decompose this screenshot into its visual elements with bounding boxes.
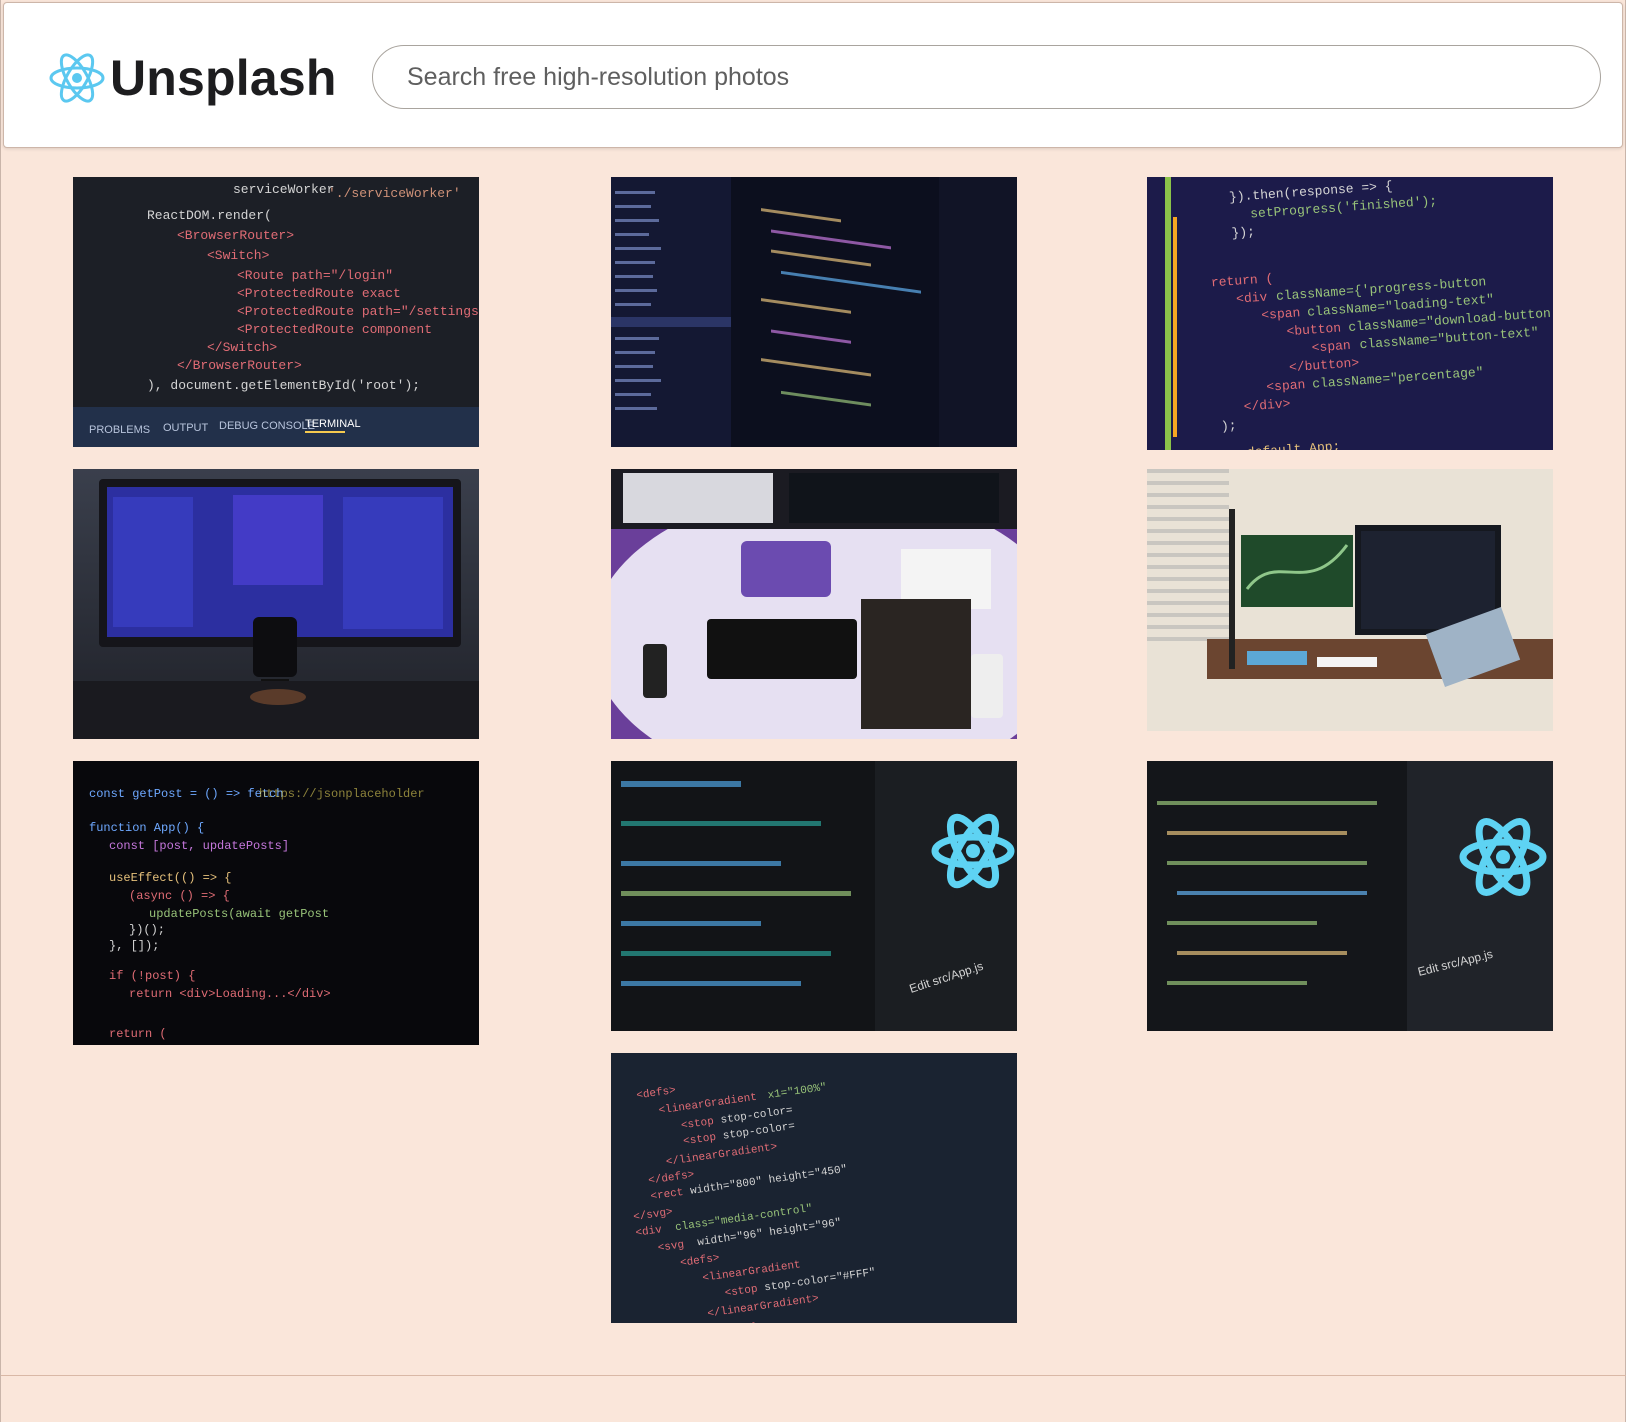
svg-text:}, []);: }, []); <box>109 939 159 953</box>
svg-text:</Switch>: </Switch> <box>207 340 277 355</box>
svg-text:</BrowserRouter>: </BrowserRouter> <box>177 358 302 373</box>
footer-divider <box>1 1375 1626 1376</box>
photo-code-editor-react-router[interactable]: serviceWorker './serviceWorker' ReactDOM.… <box>73 177 479 447</box>
svg-text:useEffect(() => {: useEffect(() => { <box>109 871 231 885</box>
svg-text:ReactDOM.render(: ReactDOM.render( <box>147 208 272 223</box>
photo-image: Edit src/App.js <box>611 761 1017 1031</box>
svg-text:serviceWorker: serviceWorker <box>233 182 334 197</box>
svg-text:), document.getElementById('ro: ), document.getElementById('root'); <box>147 378 420 393</box>
photo-code-progress-button[interactable]: }).then(response => { setProgress('finis… <box>1147 177 1553 450</box>
svg-text:<ProtectedRoute path="/setting: <ProtectedRoute path="/settings" <box>237 304 479 319</box>
brand-name: Unsplash <box>110 50 337 106</box>
svg-text:})();: })(); <box>129 923 165 937</box>
photo-image: <defs> <linearGradient x1="100%" <stop sto… <box>611 1053 1017 1323</box>
svg-text:<Route path="/login": <Route path="/login" <box>237 268 393 283</box>
svg-text:<ProtectedRoute exact: <ProtectedRoute exact <box>237 286 401 301</box>
photo-code-monitor-angled[interactable] <box>611 177 1017 447</box>
photo-image <box>73 469 479 739</box>
svg-text:return <div>Loading...</div>: return <div>Loading...</div> <box>129 987 331 1001</box>
svg-text:<BrowserRouter>: <BrowserRouter> <box>177 228 294 243</box>
photo-image: Edit src/App.js <box>1147 761 1553 1031</box>
photo-code-react-logo-screen[interactable]: Edit src/App.js <box>611 761 1017 1031</box>
svg-text:<span: <span <box>1261 305 1301 323</box>
photo-desk-dual-monitor-laptop[interactable] <box>1147 469 1553 731</box>
svg-text:const [post, updatePosts]: const [post, updatePosts] <box>109 839 289 853</box>
svg-text:updatePosts(await getPost: updatePosts(await getPost <box>149 907 329 921</box>
svg-text:);: ); <box>1221 418 1238 434</box>
svg-text:TERMINAL: TERMINAL <box>305 418 361 430</box>
photo-code-svg-markup[interactable]: <defs> <linearGradient x1="100%" <stop sto… <box>611 1053 1017 1323</box>
svg-text:});: }); <box>1231 224 1255 241</box>
svg-text:'./serviceWorker': './serviceWorker' <box>328 186 461 201</box>
photo-monitor-mug-desk[interactable] <box>73 469 479 739</box>
svg-text:PROBLEMS: PROBLEMS <box>89 424 150 436</box>
svg-text:function App() {: function App() { <box>89 821 204 835</box>
photo-image <box>611 469 1017 739</box>
photo-code-react-logo-screen-2[interactable]: Edit src/App.js <box>1147 761 1553 1031</box>
photo-image: serviceWorker'./serviceWorker' ReactDOM.… <box>73 177 479 447</box>
svg-text:OUTPUT: OUTPUT <box>163 422 209 434</box>
photo-desk-top-view-purple[interactable] <box>611 469 1017 739</box>
svg-text:(async () => {: (async () => { <box>129 889 230 903</box>
photo-code-fetch-blurred[interactable]: const getPost = () => fetch https://jsonp… <box>73 761 479 1045</box>
svg-text:const getPost = () => fetch: const getPost = () => fetch <box>89 787 283 801</box>
photo-image: const getPost = () => fetchhttps://jsonp… <box>73 761 479 1045</box>
photo-image: }).then(response => { setProgress('finis… <box>1147 177 1553 450</box>
brand-logo-link[interactable]: Unsplash <box>48 49 337 107</box>
svg-text:<span: <span <box>1311 338 1351 356</box>
search-input[interactable] <box>407 62 1600 92</box>
photo-image <box>611 177 1017 447</box>
page: Unsplash serviceWorker'./serviceWorker' … <box>0 0 1626 1422</box>
svg-text:DEBUG CONSOLE: DEBUG CONSOLE <box>219 420 315 432</box>
react-logo-icon <box>49 53 105 103</box>
top-header: Unsplash <box>3 2 1623 148</box>
svg-text:return (: return ( <box>109 1027 167 1041</box>
svg-text:if (!post) {: if (!post) { <box>109 969 195 983</box>
photo-image <box>1147 469 1553 731</box>
svg-text:<span: <span <box>1266 377 1306 395</box>
svg-text:<div: <div <box>1236 290 1268 307</box>
search-bar[interactable] <box>372 45 1601 109</box>
svg-text:<ProtectedRoute component: <ProtectedRoute component <box>237 322 432 337</box>
svg-text:https://jsonplaceholder: https://jsonplaceholder <box>259 787 425 801</box>
svg-text:<Switch>: <Switch> <box>207 248 270 263</box>
